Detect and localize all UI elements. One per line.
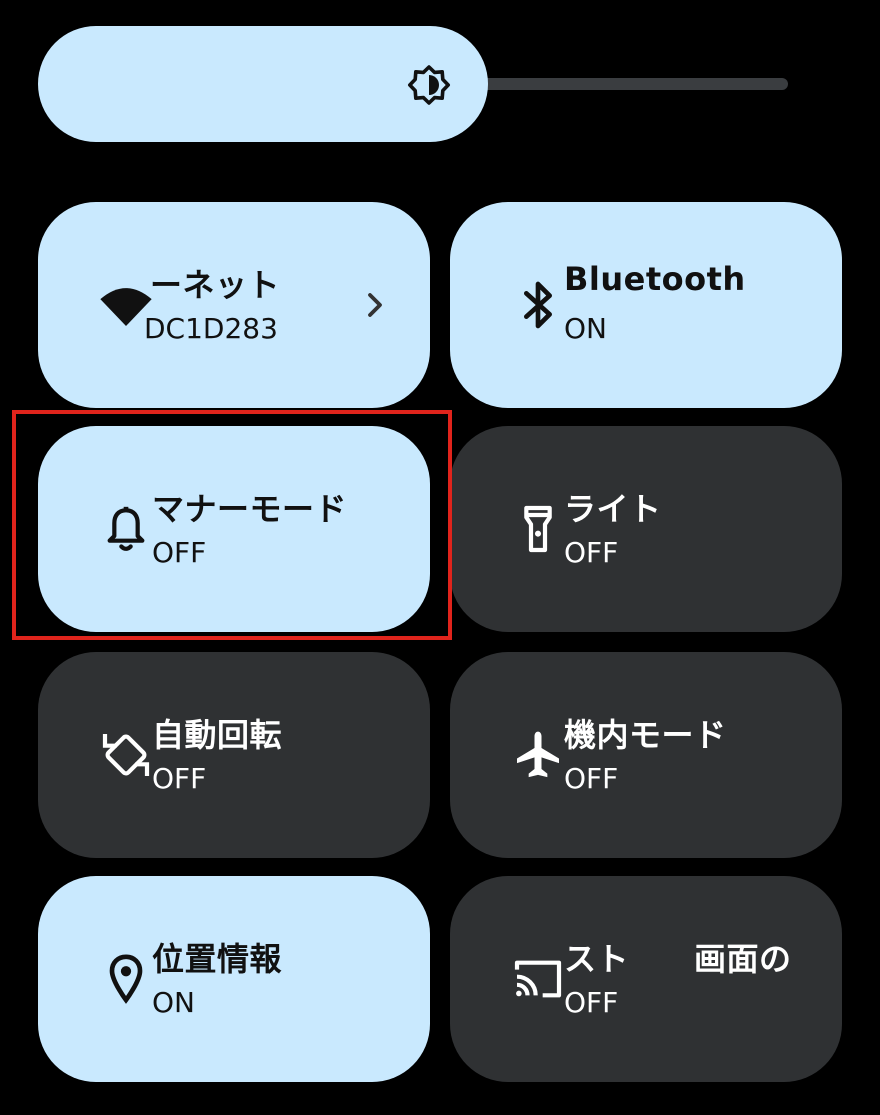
airplane-icon xyxy=(517,731,559,778)
tile-airplane-mode-title: 機内モード xyxy=(564,716,727,754)
tile-airplane-mode[interactable]: 機内モード OFF xyxy=(450,652,842,858)
tile-auto-rotate[interactable]: 自動回転 OFF xyxy=(38,652,430,858)
tile-bluetooth-title: Bluetooth xyxy=(564,260,746,298)
brightness-track[interactable] xyxy=(470,78,788,90)
tile-screen-cast[interactable]: スト 画面の OFF xyxy=(450,876,842,1082)
tile-internet[interactable]: ーネット DC1D283 xyxy=(38,202,430,408)
flashlight-icon xyxy=(524,505,552,553)
tile-bluetooth-subtitle: ON xyxy=(564,312,607,345)
tile-auto-rotate-subtitle: OFF xyxy=(152,762,207,795)
bluetooth-icon xyxy=(524,281,552,329)
highlight-box xyxy=(12,410,452,640)
tile-location-subtitle: ON xyxy=(152,986,195,1019)
tile-internet-subtitle: DC1D283 xyxy=(144,312,278,345)
tile-internet-title: ーネット xyxy=(150,266,281,304)
tile-bluetooth[interactable]: Bluetooth ON xyxy=(450,202,842,408)
tile-flashlight[interactable]: ライト OFF xyxy=(450,426,842,632)
tile-location-title: 位置情報 xyxy=(152,940,283,978)
cast-icon xyxy=(514,960,562,998)
tile-location[interactable]: 位置情報 ON xyxy=(38,876,430,1082)
tile-auto-rotate-title: 自動回転 xyxy=(152,716,283,754)
chevron-right-icon[interactable] xyxy=(360,290,390,320)
location-icon xyxy=(109,954,143,1004)
tile-flashlight-title: ライト xyxy=(564,490,662,528)
tile-flashlight-subtitle: OFF xyxy=(564,536,619,569)
tile-screen-cast-title: スト 画面の xyxy=(564,940,792,978)
tile-screen-cast-subtitle: OFF xyxy=(564,986,619,1019)
brightness-icon xyxy=(408,65,450,105)
tile-airplane-mode-subtitle: OFF xyxy=(564,762,619,795)
rotate-icon xyxy=(102,734,150,776)
